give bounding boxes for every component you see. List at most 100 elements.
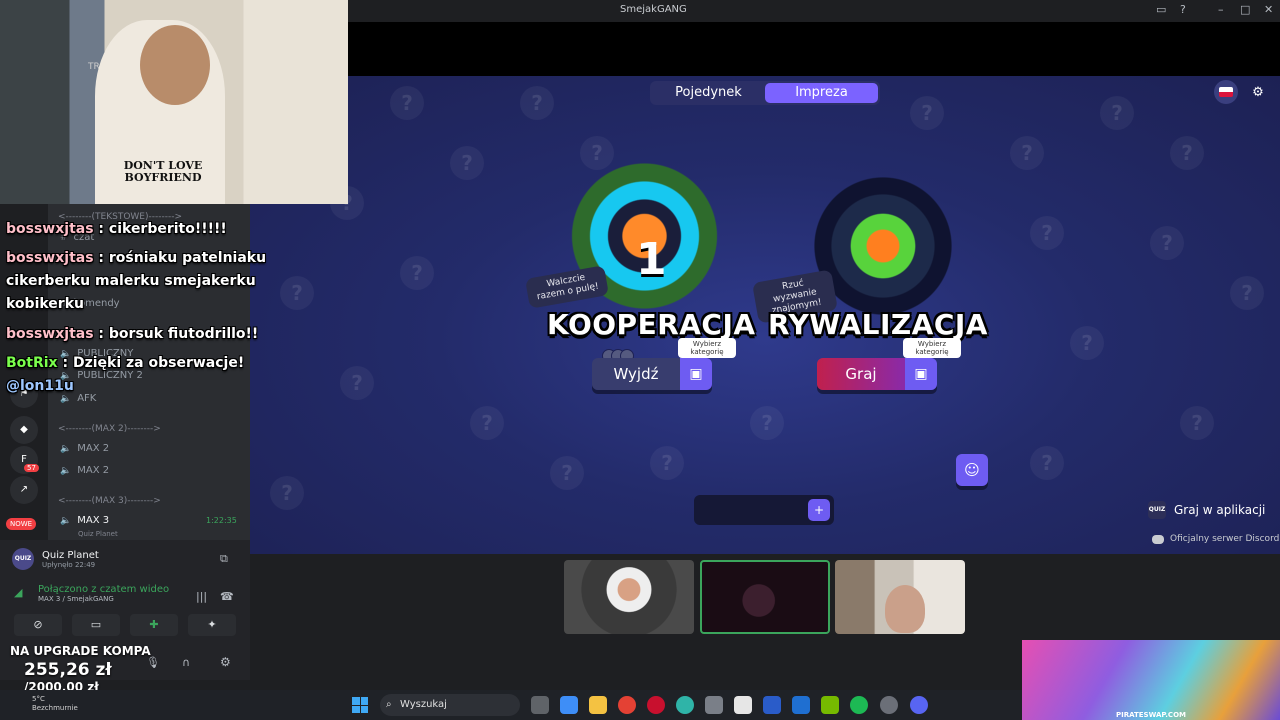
screen-share-button[interactable]: ▭ bbox=[72, 614, 120, 636]
chat-username: bosswxjtas bbox=[6, 326, 94, 342]
activity-button[interactable]: ✚ bbox=[130, 614, 178, 636]
taskbar-search[interactable]: ⌕ Wyszukaj bbox=[380, 694, 520, 716]
chat-message: bosswxjtas : cikerberito!!!!! bbox=[6, 221, 227, 237]
shirt-print: DON'T LOVE BOYFRIEND bbox=[123, 159, 203, 184]
background-question-icon: ? bbox=[1030, 446, 1064, 480]
official-discord-link[interactable]: Oficjalny serwer Discord bbox=[1152, 534, 1279, 544]
background-question-icon: ? bbox=[1150, 226, 1184, 260]
background-question-icon: ? bbox=[1070, 326, 1104, 360]
obs-icon[interactable] bbox=[880, 696, 898, 714]
camera-off-button[interactable]: ⊘ bbox=[14, 614, 62, 636]
server-icon[interactable]: ◆ bbox=[10, 416, 38, 444]
background-question-icon: ? bbox=[1100, 96, 1134, 130]
maximize-button[interactable]: □ bbox=[1240, 3, 1250, 16]
background-question-icon: ? bbox=[1170, 136, 1204, 170]
channel-label: MAX 2 bbox=[77, 443, 110, 454]
activity-name: Quiz Planet bbox=[42, 549, 99, 561]
add-user-icon[interactable]: + bbox=[808, 499, 830, 521]
channel-label: MAX 2 bbox=[77, 465, 110, 476]
activity-elapsed: Upłynęło 22:49 bbox=[42, 560, 96, 569]
play-in-app-link[interactable]: QUIZ Graj w aplikacji bbox=[1148, 498, 1265, 522]
settings-gear-icon[interactable]: ⚙ bbox=[220, 655, 231, 669]
gear-icon[interactable]: ⚙ bbox=[1246, 80, 1270, 104]
quiz-planet-activity[interactable]: ? ? ? ? ? ? ? ? ? ? ? ? ? ? ? ? ? ? ? ? … bbox=[250, 76, 1280, 554]
channel-max-3[interactable]: 🔈 MAX 3 bbox=[60, 515, 109, 526]
background-question-icon: ? bbox=[1230, 276, 1264, 310]
exit-button-label[interactable]: Wyjdź bbox=[592, 358, 680, 390]
windows-start-icon[interactable] bbox=[352, 697, 368, 713]
quiz-logo-icon: QUIZ bbox=[1148, 501, 1166, 519]
language-button[interactable] bbox=[1214, 80, 1238, 104]
opera-icon[interactable] bbox=[647, 696, 665, 714]
file-explorer-icon[interactable] bbox=[589, 696, 607, 714]
speaker-icon: 🔈 bbox=[60, 465, 72, 476]
video-tile[interactable] bbox=[835, 560, 965, 634]
copilot-icon[interactable] bbox=[560, 696, 578, 714]
category-icon[interactable]: ▣ bbox=[680, 358, 712, 390]
close-button[interactable]: ✕ bbox=[1264, 3, 1273, 16]
task-view-icon[interactable] bbox=[531, 696, 549, 714]
store-icon[interactable] bbox=[734, 696, 752, 714]
chrome-icon[interactable] bbox=[618, 696, 636, 714]
app-icon[interactable] bbox=[763, 696, 781, 714]
tab-impreza[interactable]: Impreza bbox=[765, 83, 878, 103]
background-question-icon: ? bbox=[280, 276, 314, 310]
play-button-label[interactable]: Graj bbox=[817, 358, 905, 390]
tab-pojedynek[interactable]: Pojedynek bbox=[652, 83, 765, 103]
chat-message: bosswxjtas : borsuk fiutodrillo!! bbox=[6, 326, 259, 342]
video-tile-speaking[interactable] bbox=[700, 560, 830, 634]
soundboard-button[interactable]: ✦ bbox=[188, 614, 236, 636]
background-question-icon: ? bbox=[1180, 406, 1214, 440]
play-in-app-label[interactable]: Graj w aplikacji bbox=[1174, 503, 1265, 517]
help-icon[interactable]: ? bbox=[1180, 3, 1186, 16]
headphones-icon[interactable]: ∩ bbox=[182, 656, 190, 669]
server-icon[interactable]: ↗ bbox=[10, 476, 38, 504]
channel-max-2[interactable]: 🔈 MAX 2 bbox=[60, 443, 109, 454]
discord-icon bbox=[1152, 534, 1164, 544]
channel-activity: Quiz Planet bbox=[78, 530, 118, 538]
channel-label: MAX 3 bbox=[77, 515, 110, 526]
discord-taskbar-icon[interactable] bbox=[910, 696, 928, 714]
channel-max-2-b[interactable]: 🔈 MAX 2 bbox=[60, 465, 109, 476]
background-question-icon: ? bbox=[270, 476, 304, 510]
background-question-icon: ? bbox=[400, 256, 434, 290]
participant-face bbox=[885, 585, 925, 633]
spotify-icon[interactable] bbox=[850, 696, 868, 714]
background-question-icon: ? bbox=[1010, 136, 1044, 170]
edge-icon[interactable] bbox=[676, 696, 694, 714]
noise-suppression-icon[interactable]: ||| bbox=[196, 590, 207, 603]
background-question-icon: ? bbox=[470, 406, 504, 440]
chat-username: bosswxjtas bbox=[6, 221, 94, 237]
donation-label: NA UPGRADE KOMPA bbox=[10, 644, 151, 658]
chat-text: borsuk fiutodrillo!! bbox=[108, 326, 259, 342]
video-tile[interactable] bbox=[564, 560, 694, 634]
play-button[interactable]: Graj ▣ bbox=[817, 358, 937, 390]
disconnect-icon[interactable]: ☎ bbox=[220, 590, 234, 603]
invite-field[interactable]: + bbox=[694, 495, 834, 525]
weather-widget[interactable]: 5°C Bezchmurnie bbox=[32, 695, 78, 713]
exit-button[interactable]: Wyjdź ▣ bbox=[592, 358, 712, 390]
app-icon[interactable] bbox=[705, 696, 723, 714]
rival-title: RYWALIZACJA bbox=[768, 308, 988, 341]
coop-speech-bubble: Walczcie razem o pulę! bbox=[525, 265, 609, 309]
avatar-customize-button[interactable]: ☺ bbox=[956, 454, 988, 486]
chat-message: bosswxjtas : rośniaku patelniaku cikerbe… bbox=[6, 250, 267, 312]
search-placeholder: Wyszukaj bbox=[400, 699, 447, 710]
activity-status[interactable]: QUIZ Quiz Planet Upłynęło 22:49 bbox=[12, 548, 99, 570]
minimize-button[interactable]: – bbox=[1218, 3, 1224, 16]
mail-icon[interactable] bbox=[792, 696, 810, 714]
official-discord-label[interactable]: Oficjalny serwer Discord bbox=[1170, 534, 1279, 544]
popout-icon[interactable]: ⧉ bbox=[220, 552, 228, 566]
voice-status[interactable]: Połączono z czatem wideo bbox=[38, 584, 169, 595]
inbox-icon[interactable]: ▭ bbox=[1156, 3, 1166, 16]
background-question-icon: ? bbox=[580, 136, 614, 170]
chat-mention: @lon11u bbox=[6, 378, 74, 394]
category-max-3[interactable]: <--------(MAX 3)--------> bbox=[58, 496, 161, 506]
category-max-2[interactable]: <--------(MAX 2)--------> bbox=[58, 424, 161, 434]
donation-amount: 255,26 zł bbox=[24, 660, 112, 680]
category-icon[interactable]: ▣ bbox=[905, 358, 937, 390]
background-question-icon: ? bbox=[650, 446, 684, 480]
nvidia-icon[interactable] bbox=[821, 696, 839, 714]
background-question-icon: ? bbox=[450, 146, 484, 180]
voice-channel[interactable]: MAX 3 / SmejakGANG bbox=[38, 595, 169, 603]
